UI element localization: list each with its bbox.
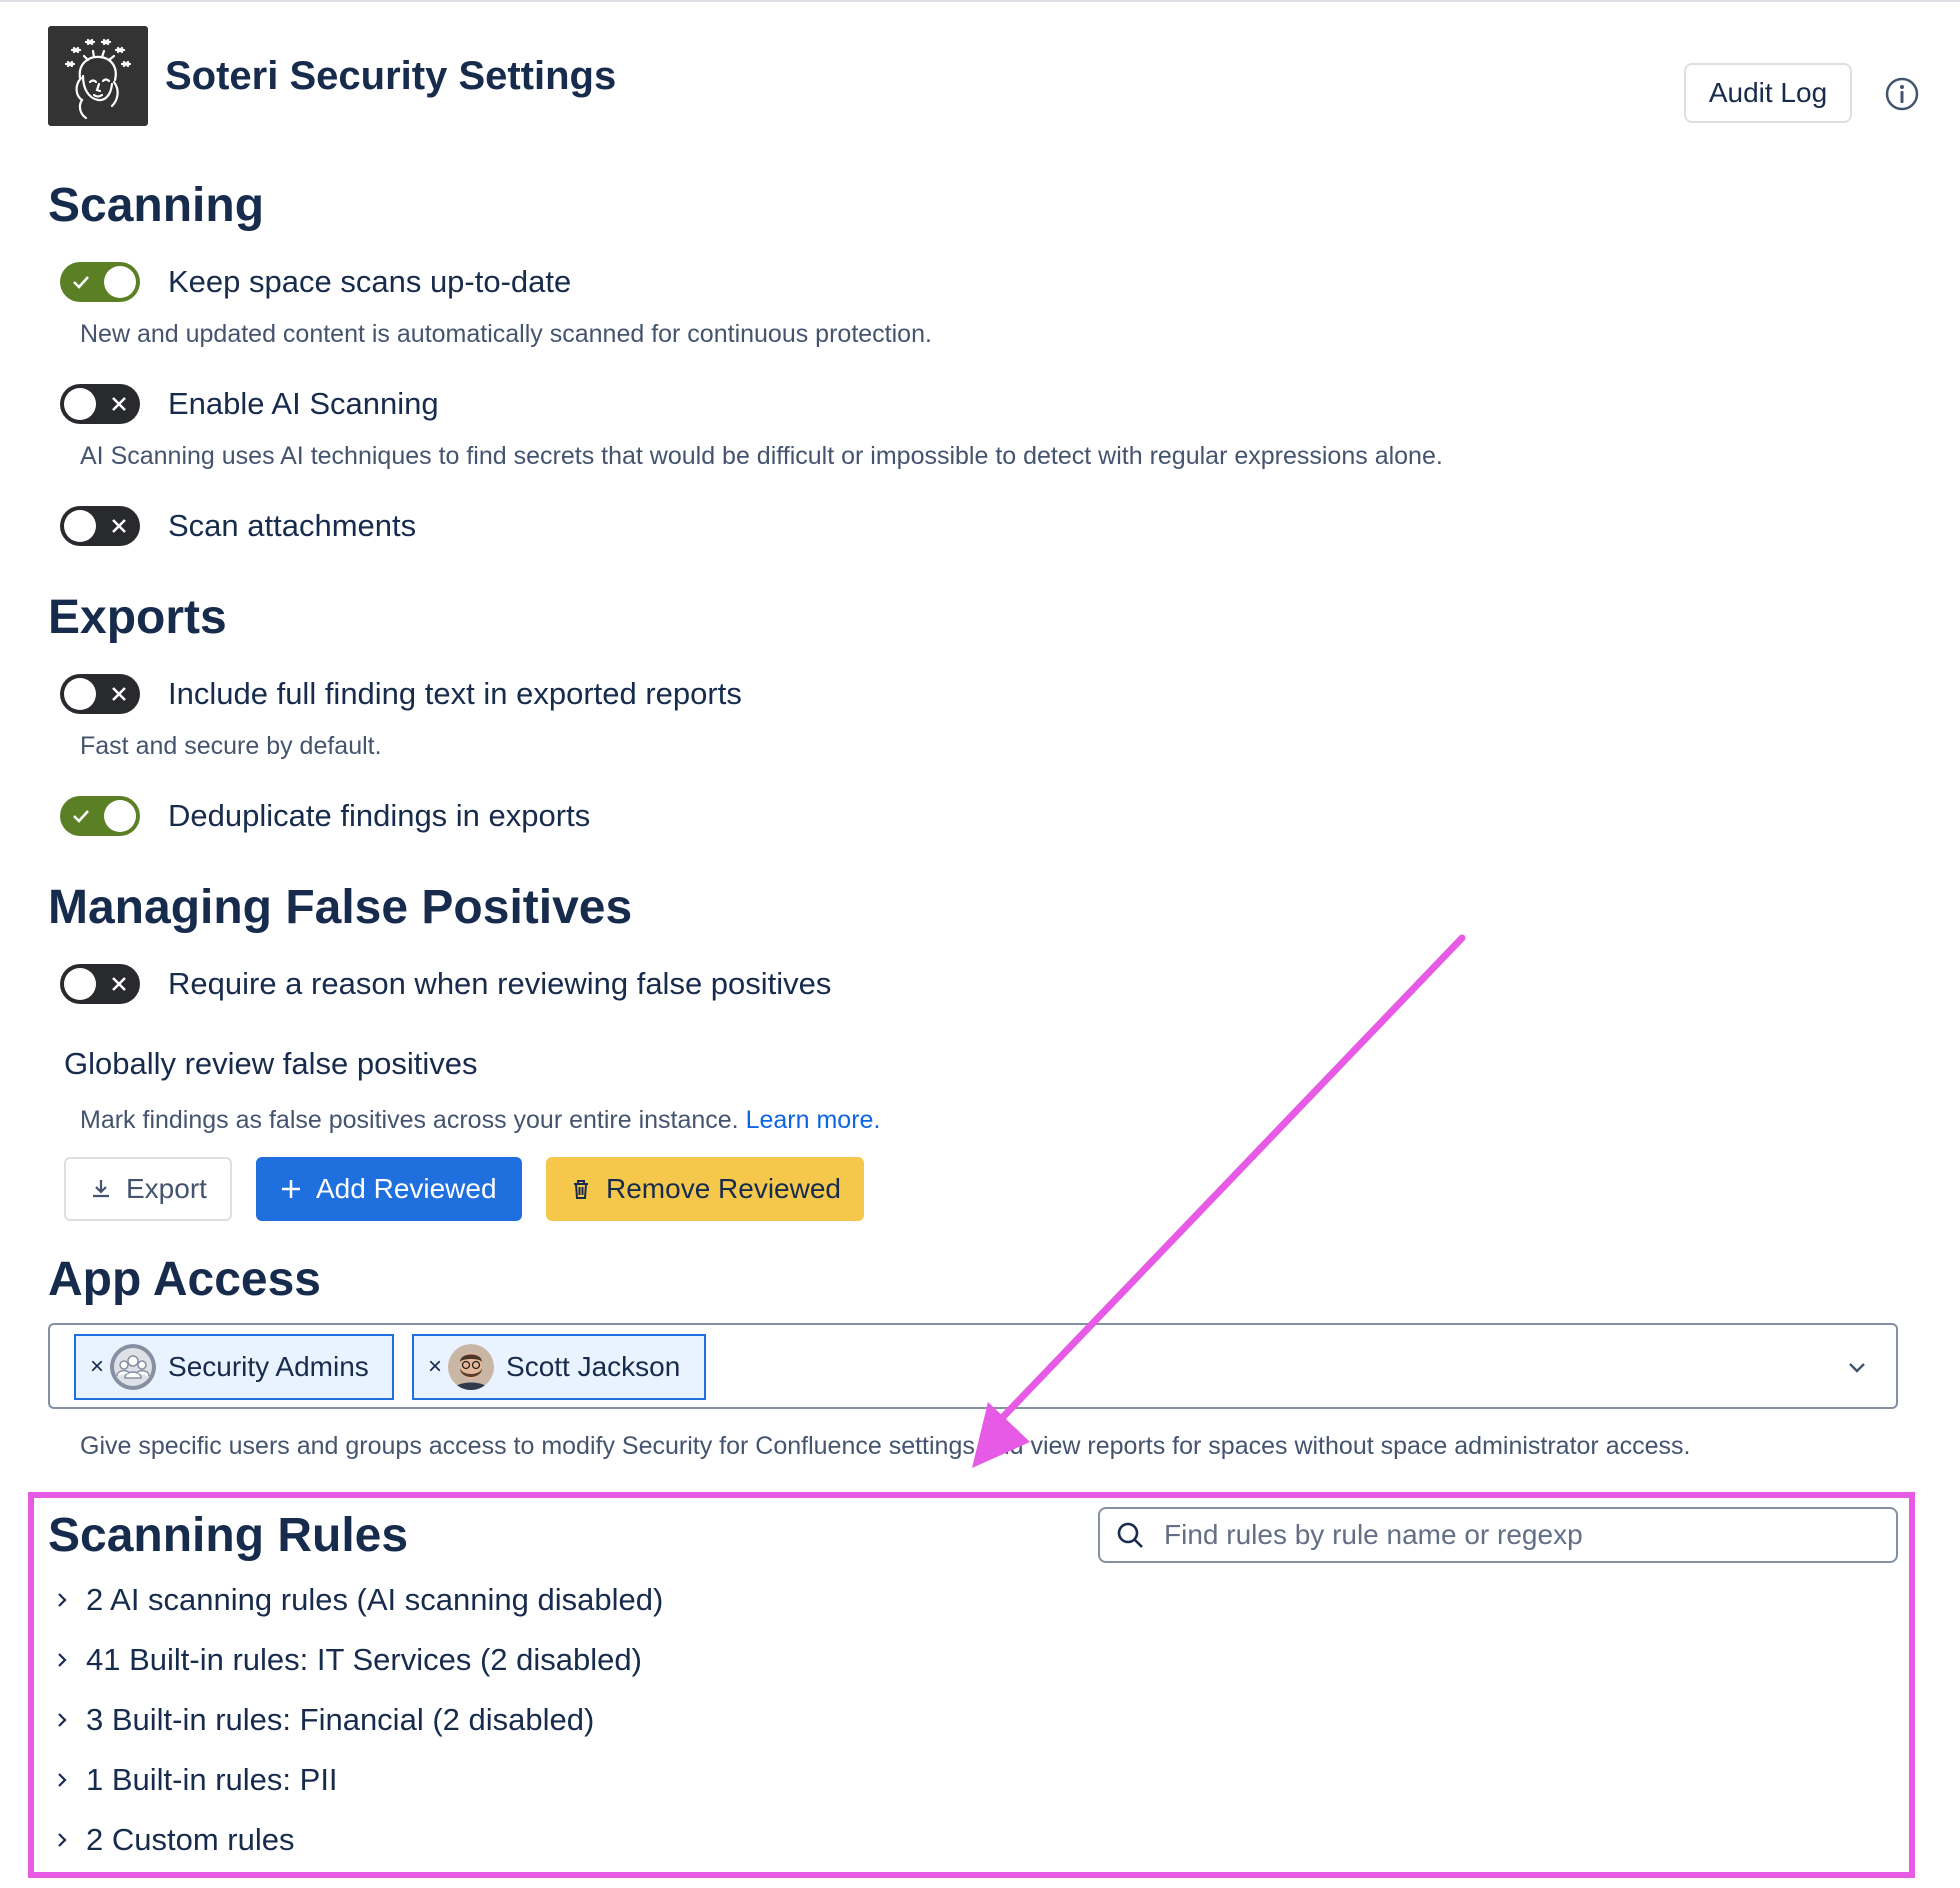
section-heading-exports: Exports [48, 591, 227, 644]
x-icon [112, 687, 126, 701]
toggle-description: New and updated content is automatically… [80, 320, 932, 348]
plus-icon [282, 1180, 300, 1198]
rule-group-label: 2 Custom rules [86, 1822, 295, 1857]
section-heading-app-access: App Access [48, 1253, 321, 1306]
toggle-description: AI Scanning uses AI techniques to find s… [80, 442, 1443, 470]
chip-label: Security Admins [168, 1351, 369, 1382]
download-icon [93, 1180, 109, 1198]
require-reason-toggle[interactable] [60, 964, 140, 1004]
x-icon [112, 519, 126, 533]
chevron-right-icon [58, 1713, 67, 1727]
toggle-label: Keep space scans up-to-date [168, 264, 572, 299]
global-review-description: Mark findings as false positives across … [80, 1106, 880, 1135]
rule-group-row[interactable]: 3 Built-in rules: Financial (2 disabled) [52, 1698, 594, 1742]
chevron-right-icon [58, 1773, 67, 1787]
keep-scans-toggle[interactable] [60, 262, 140, 302]
chevron-right-icon [58, 1653, 67, 1667]
chevron-right-icon [58, 1833, 67, 1847]
toggle-label: Require a reason when reviewing false po… [168, 966, 832, 1001]
x-icon [112, 977, 126, 991]
access-chip-security-admins: × Security Admins [74, 1334, 394, 1400]
add-reviewed-button[interactable]: Add Reviewed [256, 1157, 522, 1221]
user-avatar [448, 1344, 495, 1390]
chip-label: Scott Jackson [506, 1351, 681, 1382]
app-access-description: Give specific users and groups access to… [80, 1432, 1691, 1460]
remove-reviewed-button[interactable]: Remove Reviewed [546, 1157, 864, 1221]
rule-group-row[interactable]: 1 Built-in rules: PII [52, 1758, 338, 1802]
toggle-row-scan-attachments: Scan attachments [60, 504, 416, 548]
toggle-description: Fast and secure by default. [80, 732, 382, 760]
check-icon [73, 276, 89, 289]
rule-group-row[interactable]: 2 Custom rules [52, 1818, 294, 1862]
scan-attachments-toggle[interactable] [60, 506, 140, 546]
toggle-row-enable-ai-scanning: Enable AI Scanning [60, 382, 439, 426]
toggle-label: Include full finding text in exported re… [168, 676, 742, 711]
group-avatar [110, 1344, 157, 1390]
rule-group-label: 41 Built-in rules: IT Services (2 disabl… [86, 1642, 642, 1677]
learn-more-link[interactable]: Learn more. [746, 1106, 881, 1134]
include-full-text-toggle[interactable] [60, 674, 140, 714]
rule-group-row[interactable]: 41 Built-in rules: IT Services (2 disabl… [52, 1638, 642, 1682]
rule-group-label: 1 Built-in rules: PII [86, 1762, 338, 1797]
rule-group-label: 3 Built-in rules: Financial (2 disabled) [86, 1702, 595, 1737]
enable-ai-scanning-toggle[interactable] [60, 384, 140, 424]
top-divider [0, 0, 1960, 2]
deduplicate-findings-toggle[interactable] [60, 796, 140, 836]
rules-search-box [1098, 1507, 1898, 1563]
section-heading-scanning-rules: Scanning Rules [48, 1509, 409, 1562]
audit-log-button[interactable]: Audit Log [1684, 63, 1852, 123]
toggle-row-include-full-text: Include full finding text in exported re… [60, 672, 742, 716]
x-icon [112, 397, 126, 411]
access-chip-scott-jackson: × Scott Jackson [412, 1334, 706, 1400]
check-icon [73, 810, 89, 823]
info-icon[interactable] [1884, 76, 1920, 112]
trash-icon [574, 1180, 588, 1199]
rule-group-row[interactable]: 2 AI scanning rules (AI scanning disable… [52, 1578, 663, 1622]
toggle-label: Enable AI Scanning [168, 386, 439, 421]
section-heading-scanning: Scanning [48, 179, 265, 232]
toggle-label: Deduplicate findings in exports [168, 798, 591, 833]
global-review-text: Mark findings as false positives across … [80, 1106, 739, 1134]
chevron-right-icon [58, 1593, 67, 1607]
section-heading-false-positives: Managing False Positives [48, 881, 633, 934]
app-title: Soteri Security Settings [165, 54, 617, 98]
page-header: Soteri Security Settings Audit Log [48, 26, 1920, 126]
rules-search-input[interactable] [1162, 1518, 1866, 1552]
remove-reviewed-button-label: Remove Reviewed [606, 1173, 841, 1204]
soteri-logo-icon [48, 26, 148, 126]
export-button-label: Export [126, 1173, 207, 1204]
chevron-down-icon[interactable] [1842, 1353, 1872, 1383]
remove-chip-icon[interactable]: × [90, 1353, 104, 1381]
toggle-row-require-reason: Require a reason when reviewing false po… [60, 962, 831, 1006]
global-review-title: Globally review false positives [64, 1046, 478, 1081]
toggle-row-keep-scans-up-to-date: Keep space scans up-to-date [60, 260, 571, 304]
toggle-label: Scan attachments [168, 508, 417, 543]
remove-chip-icon[interactable]: × [428, 1353, 442, 1381]
rule-group-label: 2 AI scanning rules (AI scanning disable… [86, 1582, 664, 1617]
export-button[interactable]: Export [64, 1157, 232, 1221]
search-icon [1117, 1522, 1143, 1548]
app-access-multiselect[interactable]: × Security Admins × Scott Jackson [48, 1323, 1898, 1409]
add-reviewed-button-label: Add Reviewed [316, 1173, 497, 1204]
toggle-row-deduplicate-findings: Deduplicate findings in exports [60, 794, 590, 838]
